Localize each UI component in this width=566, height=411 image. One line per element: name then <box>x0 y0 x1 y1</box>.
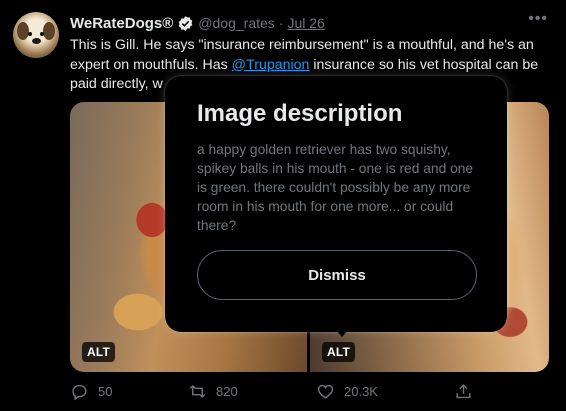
popup-arrow <box>335 329 349 337</box>
heart-icon <box>317 384 334 399</box>
share-upload-icon <box>456 384 471 399</box>
like-button[interactable]: 20.3K <box>316 382 378 401</box>
retweet-count: 820 <box>216 384 238 399</box>
action-bar: 50 820 20.3K <box>70 382 550 404</box>
more-dots-icon[interactable]: ••• <box>528 10 548 28</box>
avatar-eye <box>28 32 32 36</box>
alt-badge[interactable]: ALT <box>82 342 116 362</box>
verified-badge-icon <box>177 15 194 32</box>
tweet-date[interactable]: Jul 26 <box>287 15 324 31</box>
alt-badge[interactable]: ALT <box>322 342 356 362</box>
dismiss-button[interactable]: Dismiss <box>197 250 477 300</box>
retweet-icon <box>189 384 206 399</box>
avatar-nose <box>32 38 41 44</box>
retweet-button[interactable]: 820 <box>188 382 238 401</box>
reply-bubble-icon <box>72 384 87 401</box>
tweet: WeRateDogs® @dog_rates · Jul 26 ••• This… <box>0 0 566 411</box>
display-name[interactable]: WeRateDogs® <box>70 15 173 32</box>
separator-dot: · <box>278 15 284 31</box>
tweet-header: WeRateDogs® @dog_rates · Jul 26 <box>70 14 325 32</box>
share-button[interactable] <box>454 382 473 401</box>
popup-title: Image description <box>197 100 403 127</box>
image-description-popup: Image description a happy golden retriev… <box>165 76 507 332</box>
avatar-ear <box>17 22 29 40</box>
reply-button[interactable]: 50 <box>70 382 112 401</box>
reply-count: 50 <box>98 384 113 399</box>
like-count: 20.3K <box>344 384 378 399</box>
avatar-eye <box>40 32 44 36</box>
popup-description: a happy golden retriever has two squishy… <box>197 142 474 233</box>
mention-link[interactable]: @Trupanion <box>232 57 310 73</box>
avatar[interactable] <box>13 12 59 58</box>
avatar-ear <box>43 22 55 40</box>
handle[interactable]: @dog_rates <box>198 15 274 31</box>
